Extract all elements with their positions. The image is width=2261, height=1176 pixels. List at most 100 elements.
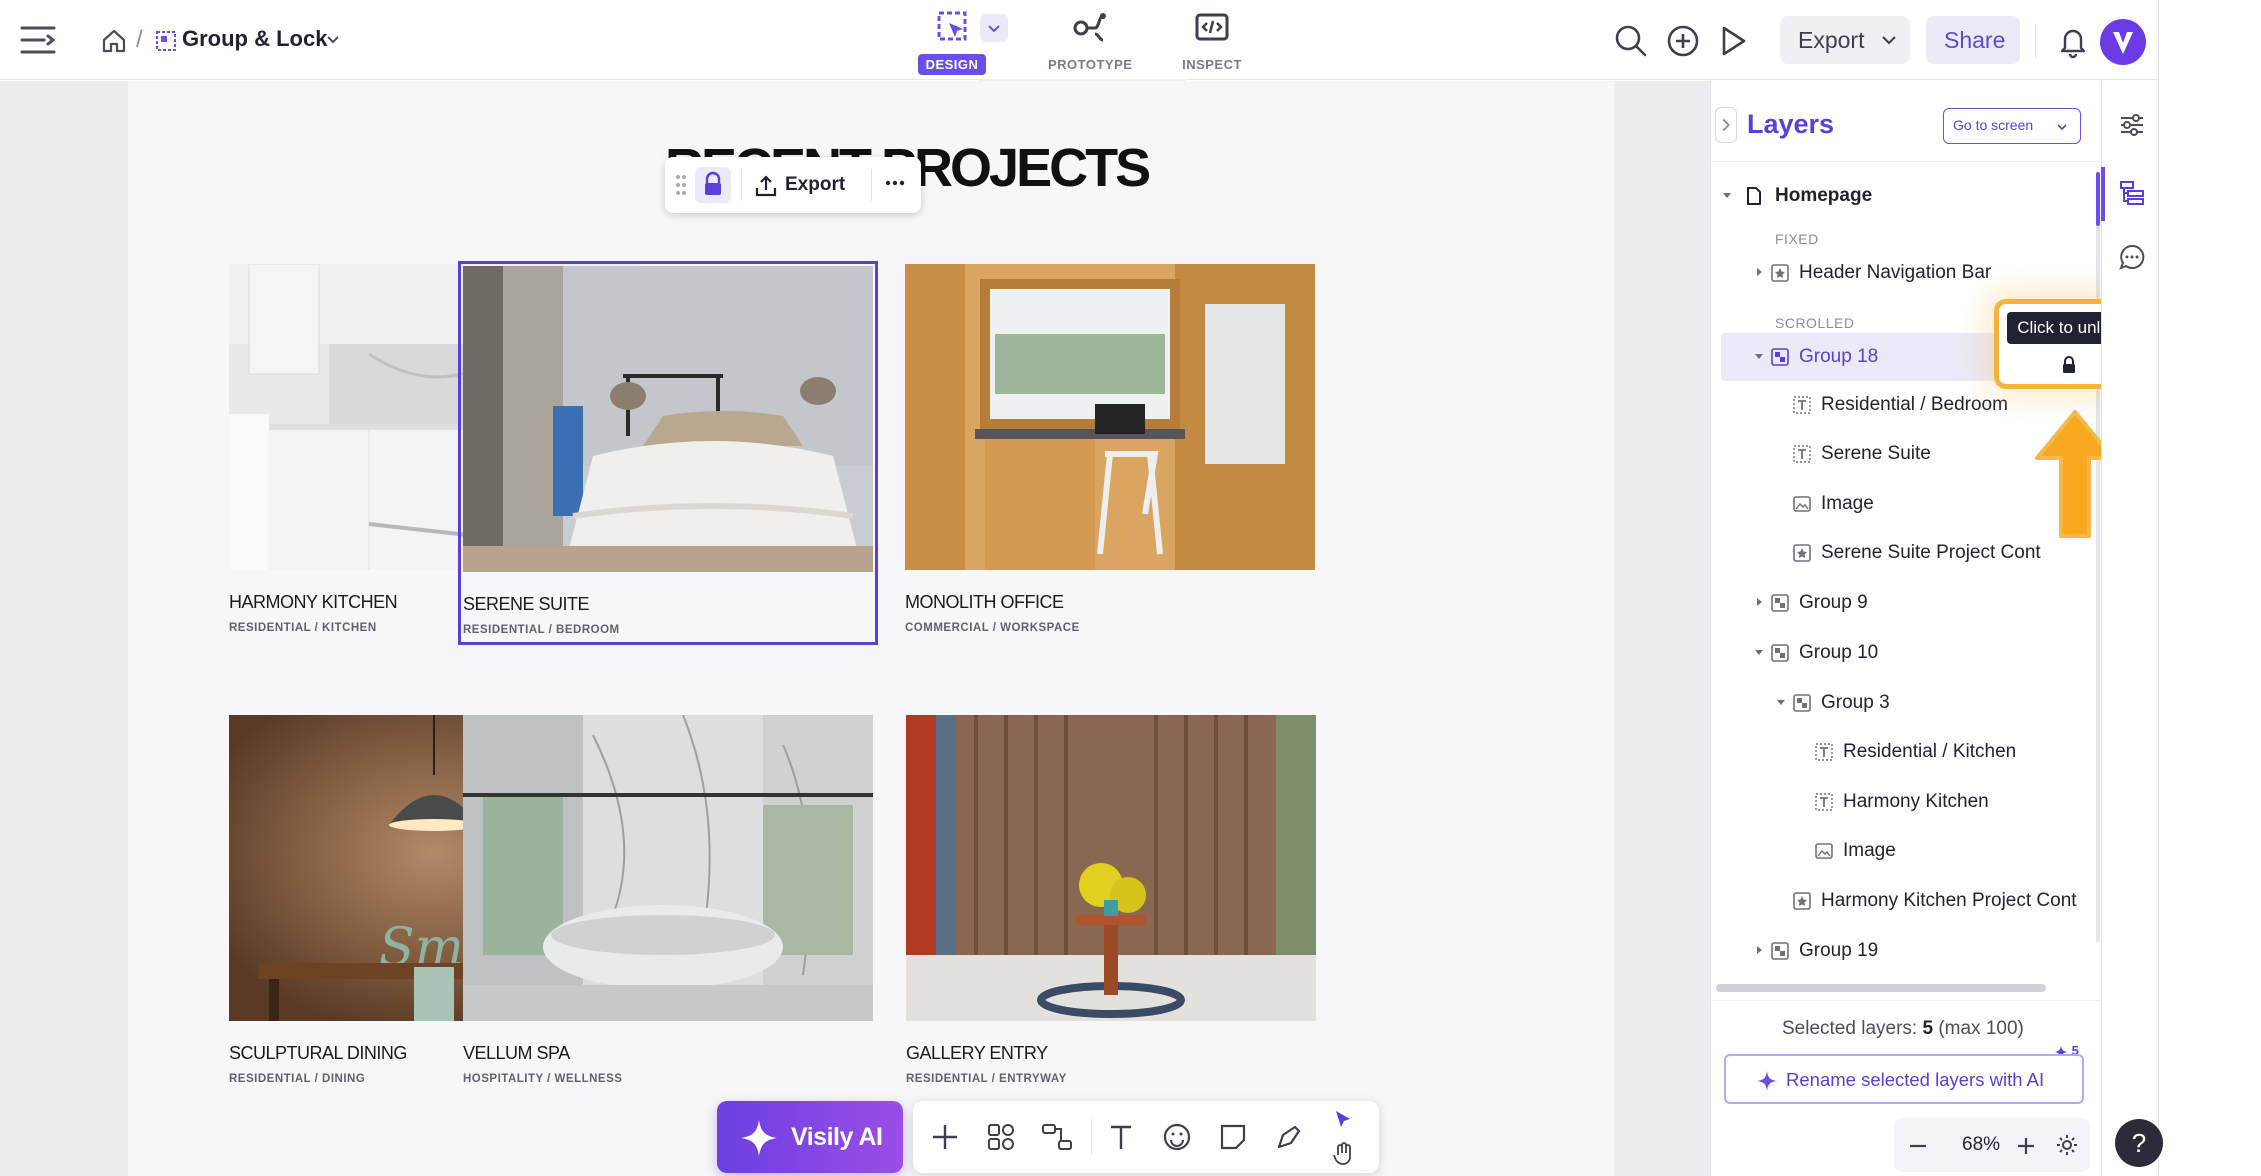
share-button[interactable]: Share	[1926, 16, 2020, 64]
mode-prototype[interactable]: PROTOTYPE	[1040, 8, 1140, 74]
settings-icon[interactable]	[2054, 1132, 2080, 1158]
layers-vertical-scrollbar[interactable]	[2096, 172, 2100, 942]
right-rail	[2101, 81, 2158, 1176]
lock-button[interactable]	[695, 167, 731, 203]
layers-horizontal-scrollbar[interactable]	[1716, 984, 2046, 992]
layer-group-19[interactable]: Group 19	[1721, 927, 2081, 975]
project-card-vellum-spa[interactable]: VELLUM SPA HOSPITALITY / WELLNESS	[463, 715, 873, 1085]
zoom-out-icon[interactable]	[1906, 1134, 1930, 1158]
layer-residential-kitchen[interactable]: Residential / Kitchen	[1721, 728, 2081, 776]
layer-image-2[interactable]: Image	[1721, 827, 2081, 875]
visily-ai-button[interactable]: Visily AI	[717, 1101, 903, 1173]
project-category: RESIDENTIAL / ENTRYWAY	[906, 1073, 1067, 1085]
toolbar-separator	[741, 169, 742, 201]
help-button[interactable]: ?	[2115, 1119, 2163, 1167]
bell-icon[interactable]	[2054, 22, 2092, 60]
search-icon[interactable]	[1612, 22, 1650, 60]
more-icon[interactable]	[883, 171, 907, 195]
design-canvas[interactable]: RECENT PROJECTS	[0, 81, 1710, 1176]
properties-icon[interactable]	[2118, 111, 2146, 139]
mode-prototype-label: PROTOTYPE	[1048, 57, 1133, 72]
mode-inspect[interactable]: INSPECT	[1162, 8, 1262, 74]
project-card-monolith-office[interactable]: MONOLITH OFFICE COMMERCIAL / WORKSPACE	[905, 264, 1315, 634]
play-icon[interactable]	[1714, 22, 1752, 60]
add-icon[interactable]	[927, 1119, 963, 1155]
pen-icon[interactable]	[1271, 1119, 1307, 1155]
collapse-panel-button[interactable]	[1715, 107, 1737, 143]
active-rail-indicator	[2101, 167, 2105, 221]
chevron-down-icon[interactable]	[1775, 696, 1787, 708]
layer-name: Harmony Kitchen	[1843, 791, 1989, 812]
lock-icon	[705, 171, 721, 195]
zoom-in-icon[interactable]	[2014, 1134, 2038, 1158]
project-image[interactable]	[905, 264, 1315, 570]
lock-icon[interactable]	[2059, 354, 2079, 376]
add-circle-icon[interactable]	[1664, 22, 1702, 60]
rename-layers-label: Rename selected layers with AI	[1786, 1069, 2045, 1090]
upload-icon[interactable]	[753, 173, 779, 199]
chevron-down-icon[interactable]	[324, 31, 342, 49]
hand-icon[interactable]	[1329, 1139, 1357, 1167]
layer-name: Serene Suite Project Cont	[1821, 542, 2041, 563]
layer-homepage[interactable]: Homepage	[1721, 172, 2081, 220]
group-icon	[1771, 348, 1789, 366]
group-icon	[1771, 594, 1789, 612]
export-selection-button[interactable]: Export	[785, 174, 845, 196]
sparkle-icon	[741, 1120, 777, 1156]
project-name[interactable]: Group & Lock	[182, 26, 327, 52]
entry-image	[906, 715, 1316, 1021]
chevron-right-icon[interactable]	[1753, 266, 1765, 278]
layer-harmony-kitchen[interactable]: Harmony Kitchen	[1721, 778, 2081, 826]
text-icon	[1793, 396, 1811, 414]
mode-dropdown[interactable]	[980, 14, 1008, 42]
project-card-gallery-entry[interactable]: GALLERY ENTRY RESIDENTIAL / ENTRYWAY	[906, 715, 1316, 1085]
layer-image[interactable]: Image	[1721, 480, 2081, 528]
project-card-serene-suite[interactable]: SERENE SUITE RESIDENTIAL / BEDROOM	[458, 261, 878, 645]
export-button[interactable]: Export	[1780, 16, 1910, 64]
top-bar: / Group & Lock DESIGN PROTOTYPE INSPECT …	[0, 0, 2158, 81]
menu-icon[interactable]	[18, 22, 58, 58]
layer-name: Group 19	[1799, 940, 1879, 961]
chevron-down-icon	[2057, 124, 2067, 131]
rename-layers-ai-button[interactable]: Rename selected layers with AI	[1724, 1054, 2084, 1104]
home-icon[interactable]	[100, 27, 128, 55]
project-image[interactable]	[463, 266, 873, 572]
pointer-icon[interactable]	[1329, 1107, 1357, 1135]
drag-handle-icon[interactable]	[675, 173, 687, 197]
project-image[interactable]	[463, 715, 873, 1021]
project-title: VELLUM SPA	[463, 1043, 570, 1063]
chevron-down-icon[interactable]	[1753, 350, 1765, 362]
comments-icon[interactable]	[2118, 243, 2146, 271]
sticky-note-icon[interactable]	[1215, 1119, 1251, 1155]
group-icon	[1771, 942, 1789, 960]
chevron-down-icon[interactable]	[1753, 646, 1765, 658]
layer-serene-suite-project-container[interactable]: Serene Suite Project Cont	[1721, 529, 2081, 577]
artboard-homepage[interactable]: RECENT PROJECTS	[128, 81, 1614, 1176]
layer-harmony-kitchen-project-container[interactable]: Harmony Kitchen Project Cont	[1721, 877, 2096, 925]
text-tool-icon[interactable]	[1103, 1119, 1139, 1155]
breadcrumb-separator: /	[136, 26, 143, 53]
layer-group-3[interactable]: Group 3	[1721, 679, 2081, 727]
layer-header-navigation-bar[interactable]: Header Navigation Bar	[1721, 249, 2081, 297]
flow-icon[interactable]	[1039, 1119, 1075, 1155]
layer-group-10[interactable]: Group 10	[1721, 629, 2081, 677]
emoji-icon[interactable]	[1159, 1119, 1195, 1155]
chevron-right-icon[interactable]	[1753, 944, 1765, 956]
text-icon	[1793, 445, 1811, 463]
selected-layers-max: (max 100)	[1938, 1018, 2024, 1039]
components-icon[interactable]	[983, 1119, 1019, 1155]
layer-serene-suite[interactable]: Serene Suite	[1721, 430, 2081, 478]
component-icon	[1771, 264, 1789, 282]
chevron-right-icon[interactable]	[1753, 596, 1765, 608]
toolbar-divider	[2035, 24, 2036, 58]
layer-name: Group 18	[1799, 346, 1879, 367]
layers-icon[interactable]	[2118, 179, 2146, 207]
scrollbar-thumb[interactable]	[2096, 172, 2100, 226]
chevron-down-icon[interactable]	[1721, 189, 1733, 201]
project-image[interactable]	[906, 715, 1316, 1021]
go-to-screen-button[interactable]: Go to screen	[1943, 108, 2081, 144]
avatar[interactable]	[2100, 19, 2146, 65]
zoom-level[interactable]: 68%	[1962, 1134, 2000, 1156]
selected-layers-count: Selected layers: 5 (max 100)	[1782, 1018, 2024, 1040]
layer-group-9[interactable]: Group 9	[1721, 579, 2081, 627]
